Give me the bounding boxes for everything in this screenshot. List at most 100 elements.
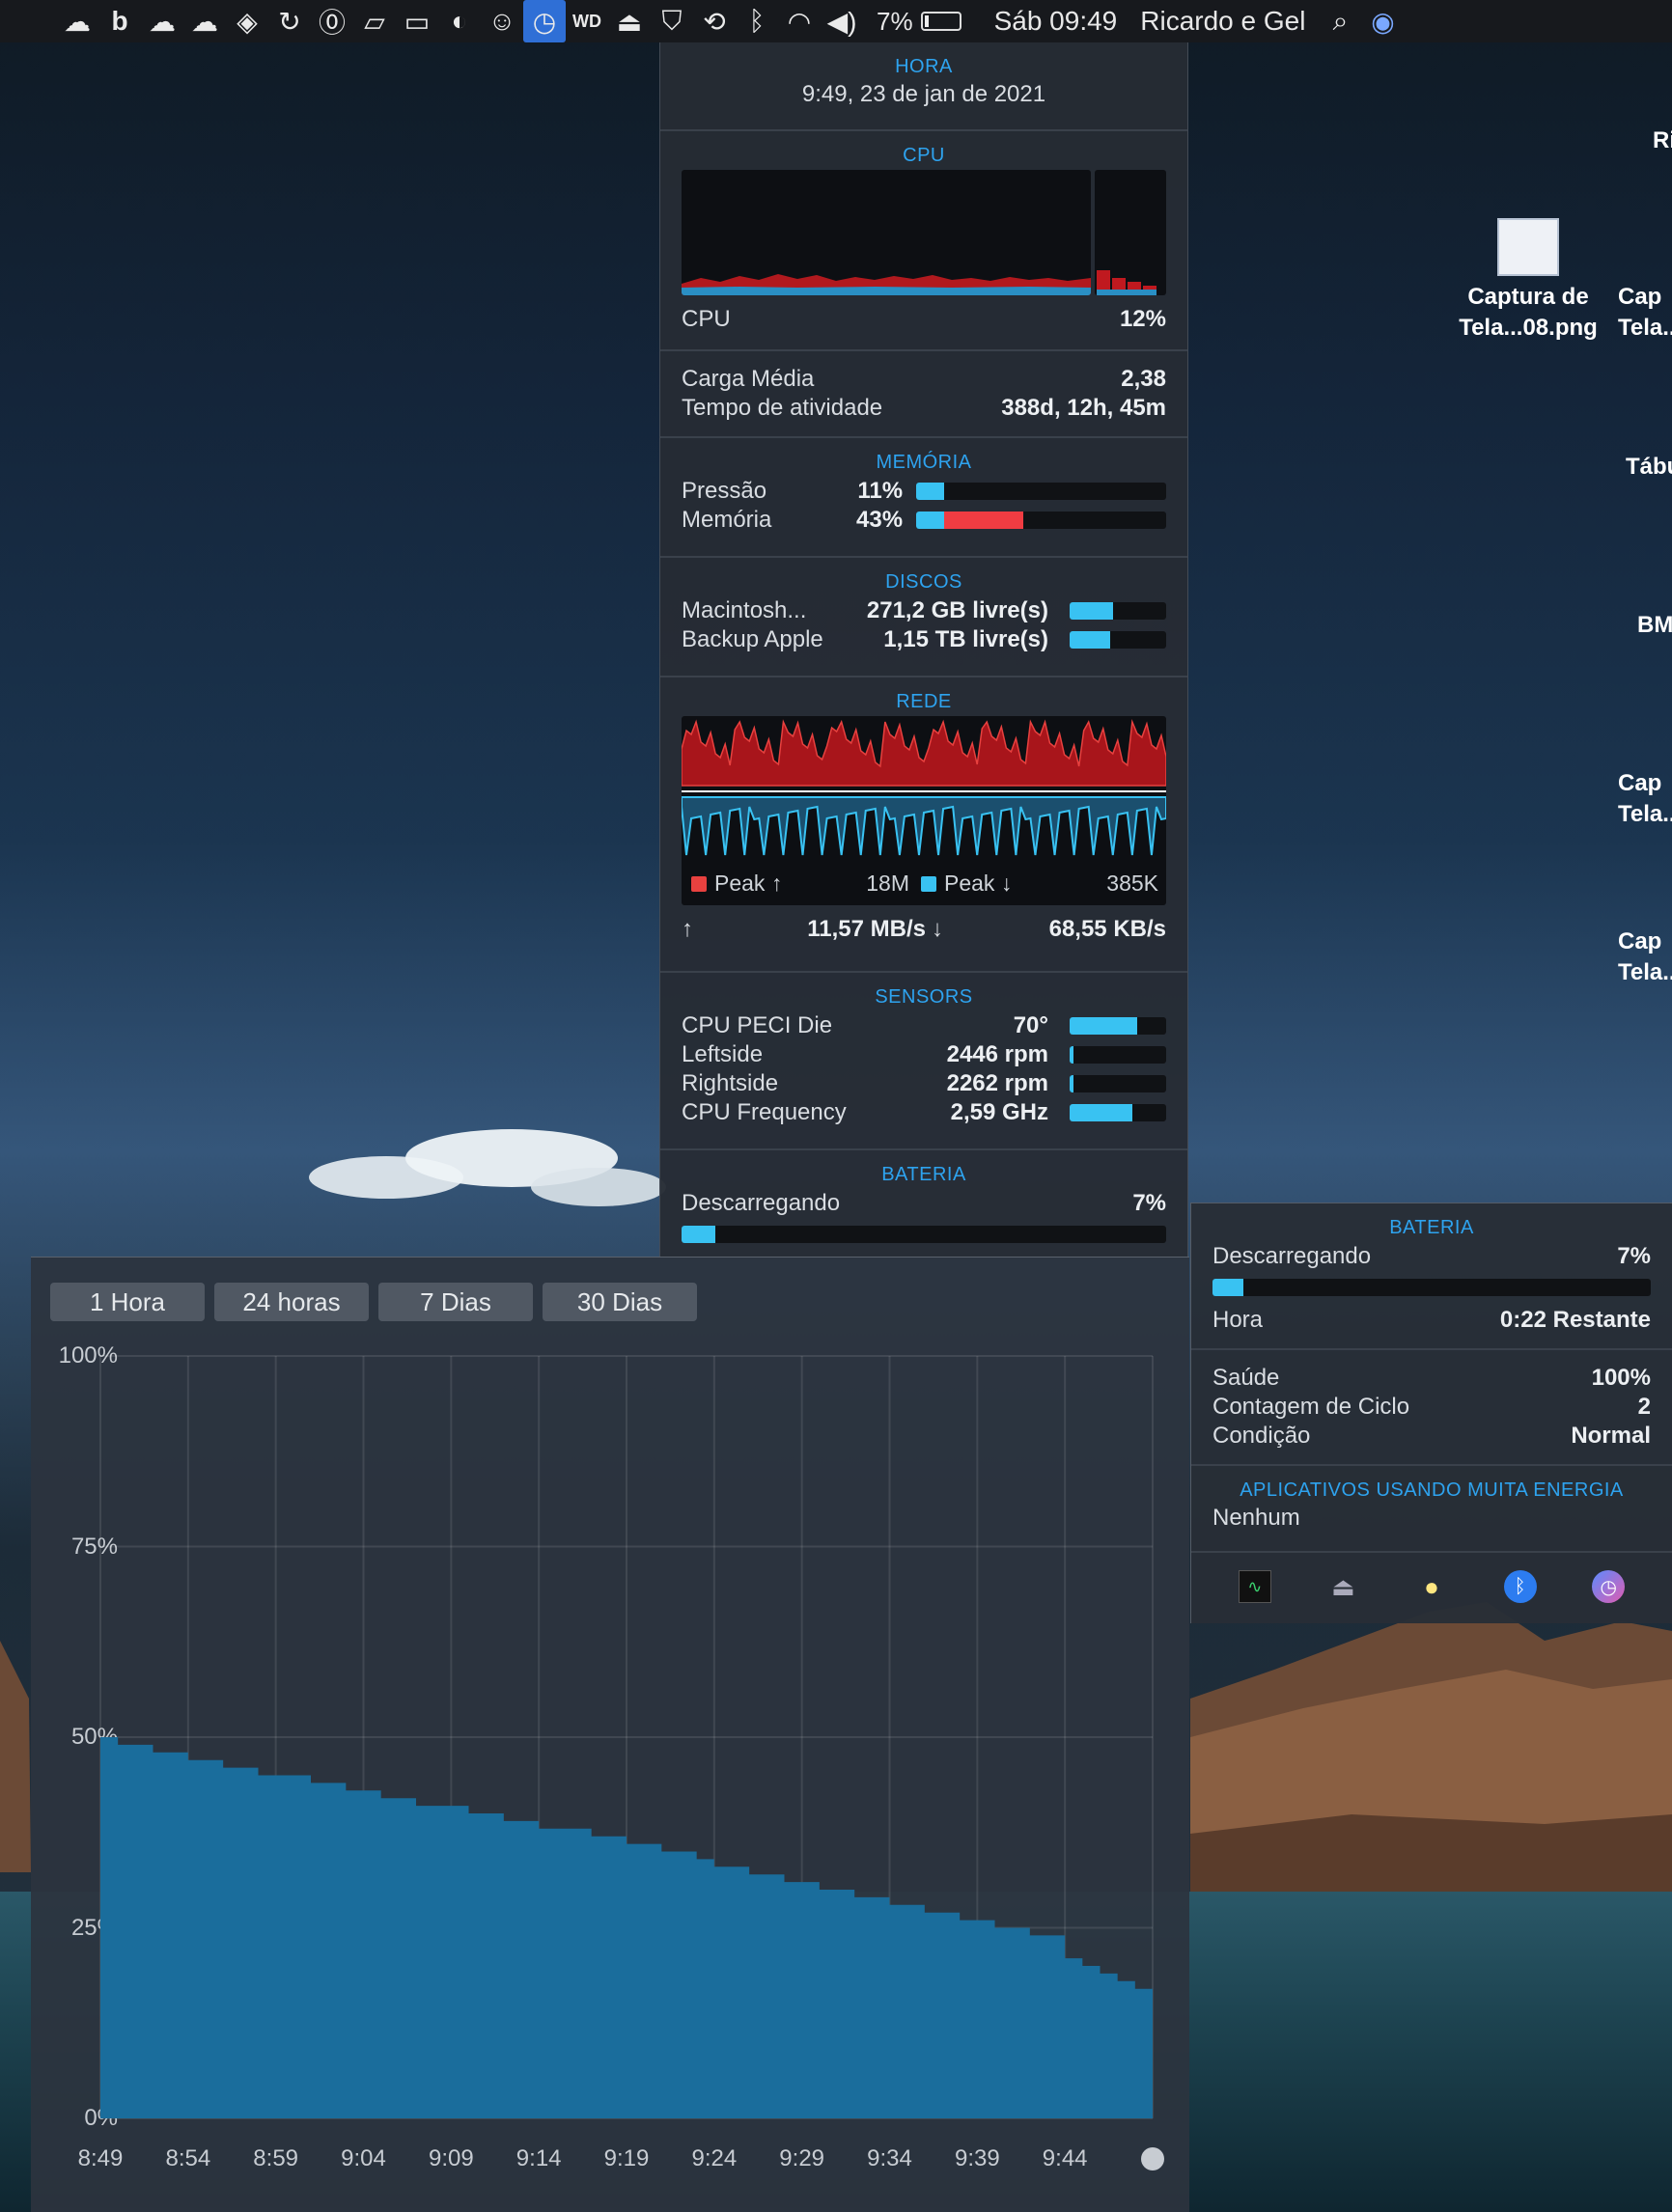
section-title: APLICATIVOS USANDO MUITA ENERGIA (1240, 1479, 1624, 1501)
istat-icon[interactable]: ◷ (523, 0, 566, 42)
battery-section[interactable]: BATERIA Descarregando 7% (660, 1150, 1187, 1257)
sensor-value: 2,59 GHz (950, 1099, 1048, 1125)
sensors-section[interactable]: SENSORS CPU PECI Die 70° Leftside 2446 rpm R… (660, 973, 1187, 1150)
ghost-icon[interactable]: ☺ (481, 0, 523, 42)
x-tick-label: 9:19 (603, 2145, 650, 2171)
desktop-item[interactable]: Ri (1653, 125, 1672, 156)
bluetooth-icon[interactable]: ᛒ (1503, 1570, 1537, 1603)
menu-bar: ☁ b ☁ ☁ ◈ ↻ ⓪ ▱ ▭ ◐ ☺ ◷ WD ⏏ ⛉ ⟲ ᛒ ◠ ◀) … (0, 0, 1672, 42)
x-tick-label: 8:59 (253, 2145, 299, 2171)
desktop-item[interactable]: Cap Tela... (1618, 768, 1672, 830)
volume-icon[interactable]: ◀) (821, 0, 863, 42)
x-tick-label: 9:39 (954, 2145, 1000, 2171)
condition-label: Condição (1212, 1423, 1311, 1449)
airplay-icon[interactable]: ⏏ (608, 0, 651, 42)
notes-icon[interactable]: ▱ (353, 0, 396, 42)
disk-label: Backup Apple (682, 626, 823, 652)
network-graph[interactable]: Peak ↑ 18M Peak ↓ 385K (682, 716, 1166, 905)
wd-icon[interactable]: WD (566, 0, 608, 42)
display-icon[interactable]: ▭ (396, 0, 438, 42)
battery-percent[interactable]: 7% (877, 7, 913, 37)
disk-value: 271,2 GB livre(s) (866, 597, 1048, 623)
bluetooth-icon[interactable]: ᛒ (736, 0, 778, 42)
moon-icon[interactable]: ◐ (438, 0, 481, 42)
battery-bar-fill (1212, 1279, 1243, 1296)
disk-bar-fill (1070, 631, 1110, 649)
current-datetime: 9:49, 23 de jan de 2021 (801, 81, 1046, 107)
b-icon[interactable]: b (98, 0, 141, 42)
cloud-icon[interactable]: ☁ (141, 0, 183, 42)
desktop-item-label: Tela...08.png (1459, 315, 1598, 341)
peak-down-label: Peak ↓ (944, 871, 1013, 896)
memory-row: Memória 43% (682, 506, 1166, 535)
cpu-section[interactable]: CPU CPU 12% (660, 131, 1187, 351)
sensor-label: CPU Frequency (682, 1099, 847, 1125)
section-title: MEMÓRIA (876, 452, 972, 473)
menubar-clock[interactable]: Sáb 09:49 (994, 6, 1118, 37)
peak-down-swatch (921, 875, 936, 892)
memory-section[interactable]: MEMÓRIA Pressão 11% Memória 43% (660, 438, 1187, 558)
activity-monitor-icon[interactable]: ∿ (1238, 1570, 1271, 1603)
sensor-bar-fill (1070, 1046, 1073, 1064)
menubar-user[interactable]: Ricardo e Gel (1140, 6, 1305, 37)
time-machine-icon[interactable]: ⟲ (693, 0, 736, 42)
sensor-value: 2262 rpm (946, 1070, 1048, 1096)
desktop-item[interactable]: Captura de Tela...08.png (1443, 218, 1613, 344)
lightbulb-icon[interactable]: ● (1415, 1570, 1448, 1603)
cpu-history-graph[interactable] (682, 170, 1091, 295)
sensor-bar-fill (1070, 1017, 1137, 1035)
ua-icon[interactable]: ◈ (226, 0, 268, 42)
sensor-bar-fill (1070, 1104, 1132, 1121)
sensor-value: 2446 rpm (946, 1041, 1048, 1067)
document-thumbnail (1497, 218, 1559, 276)
disk-value: 1,15 TB livre(s) (883, 626, 1048, 652)
uptime-value: 388d, 12h, 45m (1001, 395, 1166, 421)
clock-icon[interactable] (1141, 2147, 1164, 2171)
desktop-item[interactable]: Cap Tela... (1618, 282, 1672, 344)
siri-icon[interactable]: ◉ (1361, 0, 1404, 42)
section-title: HORA (895, 56, 953, 77)
istat-popover: HORA 9:49, 23 de jan de 2021 CPU CPU 12%… (659, 42, 1188, 1257)
shield-icon[interactable]: ⛉ (651, 0, 693, 42)
desktop-item[interactable]: Cap Tela... (1618, 926, 1672, 988)
battery-status-value: 7% (1132, 1190, 1166, 1216)
disks-section[interactable]: DISCOS Macintosh... 271,2 GB livre(s) Back… (660, 558, 1187, 677)
section-title: SENSORS (875, 986, 973, 1008)
eject-icon[interactable]: ⏏ (1326, 1570, 1359, 1603)
cpu-core-graph[interactable] (1095, 170, 1166, 295)
desktop-item[interactable]: BM (1637, 610, 1672, 641)
upload-cloud-icon[interactable]: ☁ (56, 0, 98, 42)
section-title: REDE (896, 691, 952, 712)
battery-history-window: 1 Hora 24 horas 7 Dias 30 Dias 100% 75% 50… (31, 1257, 1189, 2212)
memory-row: Pressão 11% (682, 477, 1166, 506)
battery-status-label: Descarregando (1212, 1243, 1372, 1269)
x-tick-label: 9:44 (1042, 2145, 1088, 2171)
battery-time-label: Hora (1212, 1307, 1264, 1333)
battery-icon[interactable] (920, 12, 961, 31)
peak-up-swatch (691, 875, 707, 892)
search-icon[interactable]: ⌕ (1319, 0, 1361, 42)
desktop-item-label: Captura de (1467, 284, 1589, 310)
sensor-bar (1070, 1104, 1166, 1121)
x-tick-label: 8:49 (77, 2145, 124, 2171)
desktop-item[interactable]: Tábu (1626, 452, 1672, 483)
wifi-icon[interactable]: ◠ (778, 0, 821, 42)
memory-bar (916, 483, 1166, 500)
disk-bar (1070, 602, 1166, 620)
disk-row: Macintosh... 271,2 GB livre(s) (682, 596, 1166, 625)
sensor-bar (1070, 1017, 1166, 1035)
section-title: DISCOS (885, 571, 962, 593)
cloud-icon[interactable]: ☁ (183, 0, 226, 42)
health-value: 100% (1591, 1365, 1651, 1391)
time-section: HORA 9:49, 23 de jan de 2021 (660, 42, 1187, 131)
x-tick-label: 9:34 (867, 2145, 912, 2171)
desktop-item-label: BM (1637, 612, 1672, 638)
istat-icon[interactable]: ◷ (1592, 1570, 1626, 1603)
desktop-item-label: Ri (1653, 127, 1672, 153)
one-password-icon[interactable]: ⓪ (311, 0, 353, 42)
desktop-item-label: Tela... (1618, 801, 1672, 827)
cc-icon[interactable]: ↻ (268, 0, 311, 42)
battery-status-value: 7% (1617, 1243, 1651, 1269)
cpu-value: 12% (1119, 306, 1166, 332)
network-section[interactable]: REDE Peak ↑ 18M Peak ↓ 385K ↑ 11,57 MB/s… (660, 677, 1187, 973)
